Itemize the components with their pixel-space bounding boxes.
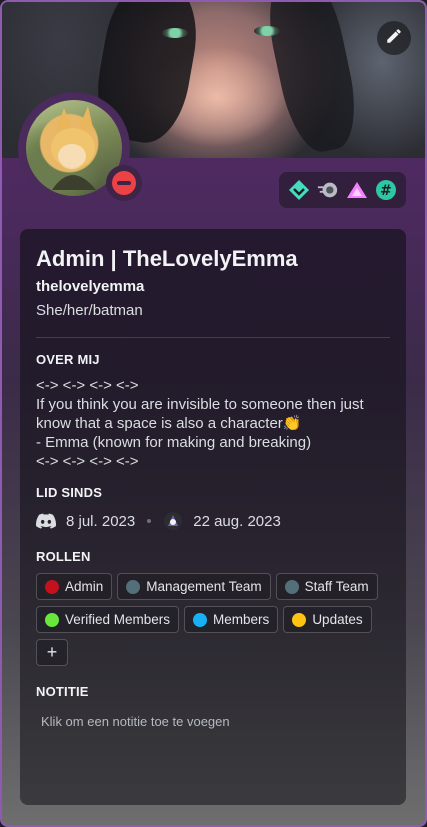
roles-title: ROLLEN <box>36 549 91 564</box>
nitro-boost-icon[interactable] <box>317 179 339 201</box>
edit-profile-button[interactable] <box>377 21 411 55</box>
server-icon <box>163 511 183 531</box>
role-updates[interactable]: Updates <box>283 606 372 633</box>
role-color-dot <box>126 579 141 594</box>
pencil-icon <box>385 27 403 50</box>
discord-join-date: 8 jul. 2023 <box>66 512 136 530</box>
role-label: Management Team <box>146 579 262 594</box>
divider <box>36 337 390 338</box>
role-verified-members[interactable]: Verified Members <box>36 606 180 633</box>
profile-card: # Admin | TheLovelyEmma thelovelyemma Sh… <box>0 0 427 827</box>
role-color-dot <box>284 579 299 594</box>
dnd-status-icon <box>106 165 142 201</box>
about-text: <-> <-> <-> <-> If you think you are inv… <box>36 376 390 471</box>
separator-dot <box>147 519 152 523</box>
role-color-dot <box>193 612 208 627</box>
display-name: Admin | TheLovelyEmma <box>36 246 298 271</box>
role-admin[interactable]: Admin <box>36 573 113 600</box>
username[interactable]: thelovelyemma <box>36 277 390 297</box>
role-members[interactable]: Members <box>184 606 279 633</box>
hypesquad-balance-icon[interactable] <box>288 179 310 201</box>
about-line: <-> <-> <-> <-> <box>36 453 139 470</box>
triangle-badge-icon[interactable] <box>346 179 368 201</box>
roles-list: Admin Management Team Staff Team Verifie… <box>36 573 390 666</box>
role-management-team[interactable]: Management Team <box>117 573 271 600</box>
role-color-dot <box>292 612 307 627</box>
member-since-title: LID SINDS <box>36 485 103 500</box>
role-label: Updates <box>312 612 363 627</box>
role-label: Verified Members <box>65 612 171 627</box>
add-role-button[interactable]: + <box>36 639 68 666</box>
role-label: Staff Team <box>304 579 369 594</box>
about-line: If you think you are invisible to someon… <box>36 396 364 432</box>
note-title: NOTITIE <box>36 684 89 699</box>
discord-logo-icon <box>36 513 56 529</box>
role-staff-team[interactable]: Staff Team <box>275 573 378 600</box>
role-label: Admin <box>65 579 104 594</box>
about-line: <-> <-> <-> <-> <box>36 377 139 394</box>
role-color-dot <box>45 612 59 627</box>
badges: # <box>279 172 406 208</box>
server-join-date: 22 aug. 2023 <box>193 512 281 530</box>
role-color-dot <box>45 579 59 594</box>
member-since: 8 jul. 2023 22 aug. 2023 <box>36 509 390 533</box>
role-label: Members <box>213 612 270 627</box>
about-title: OVER MIJ <box>36 352 100 367</box>
note-input[interactable] <box>36 708 390 735</box>
profile-body: Admin | TheLovelyEmma thelovelyemma She/… <box>20 229 406 805</box>
hashtag-badge-icon[interactable]: # <box>375 179 397 201</box>
avatar[interactable] <box>18 92 142 204</box>
about-line: - Emma (known for making and breaking) <box>36 434 312 451</box>
pronouns: She/her/batman <box>36 302 143 319</box>
svg-text:#: # <box>380 183 392 199</box>
